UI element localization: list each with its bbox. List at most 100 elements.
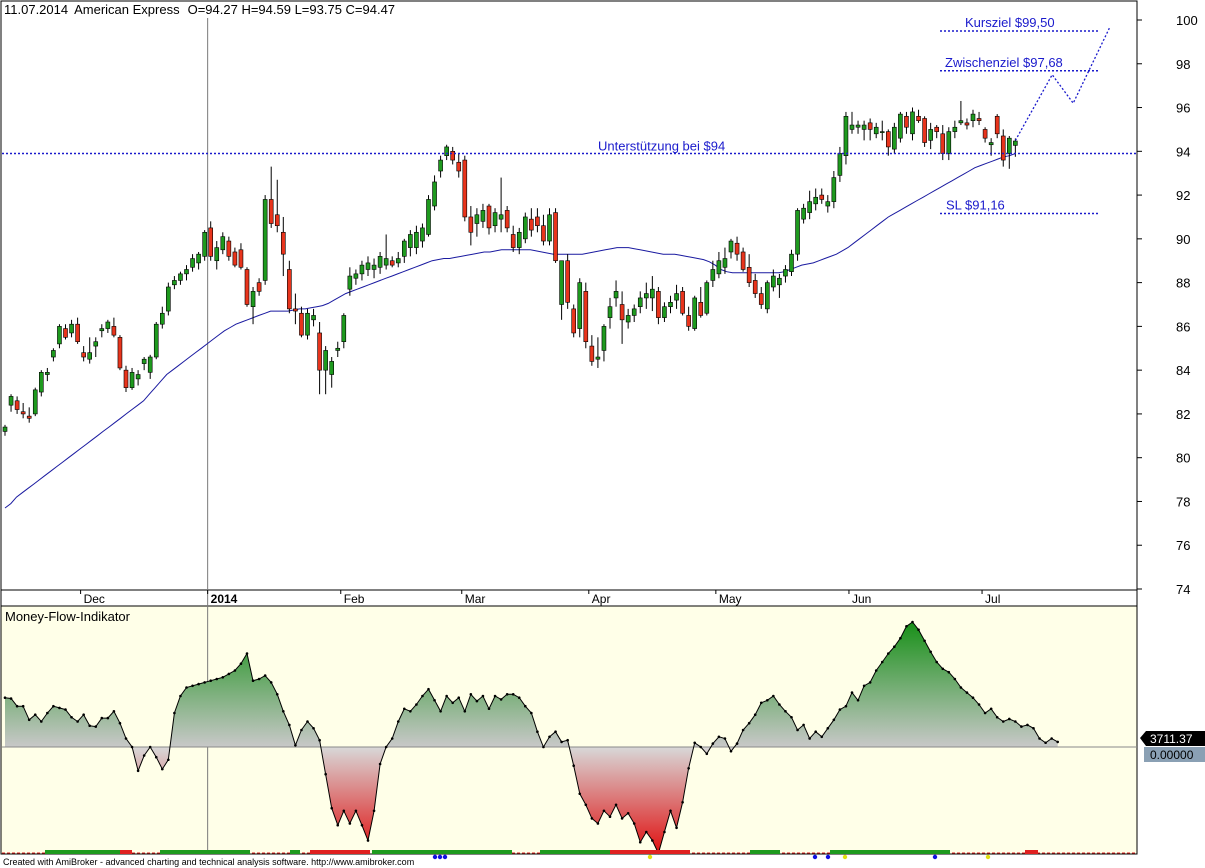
- candle-body: [492, 212, 498, 227]
- candle-body: [45, 372, 50, 375]
- candle-body: [686, 315, 691, 327]
- indicator-point: [844, 704, 848, 708]
- candle-body: [650, 288, 655, 299]
- indicator-point: [457, 696, 461, 699]
- indicator-point: [1044, 741, 1047, 745]
- indicator-point: [342, 809, 346, 813]
- indicator-point: [427, 687, 430, 691]
- ribbon-segment: [205, 850, 250, 854]
- indicator-point: [154, 755, 158, 759]
- candle-body: [238, 249, 244, 268]
- candle-body: [2, 426, 8, 432]
- candle-body: [656, 291, 661, 318]
- indicator-point: [354, 809, 358, 813]
- indicator-point: [1008, 717, 1011, 721]
- indicator-point: [578, 792, 582, 796]
- x-tick-label: Feb: [344, 592, 365, 606]
- candle-body: [625, 315, 631, 323]
- ribbon-segment: [120, 850, 132, 854]
- candle-body: [244, 269, 250, 305]
- indicator-point: [862, 684, 866, 688]
- indicator-point: [257, 677, 261, 681]
- indicator-point: [9, 697, 13, 700]
- indicator-point: [699, 745, 703, 749]
- indicator-point: [221, 676, 225, 679]
- candle-body: [117, 337, 123, 369]
- candle-body: [38, 372, 44, 393]
- indicator-point: [608, 815, 612, 818]
- indicator-point: [766, 698, 769, 702]
- indicator-point: [590, 817, 594, 820]
- indicator-point: [493, 694, 497, 698]
- candle-body: [958, 120, 964, 124]
- candle-body: [305, 312, 310, 336]
- indicator-point: [632, 822, 636, 825]
- indicator-point: [15, 704, 19, 708]
- candle: [764, 280, 770, 314]
- candle-body: [716, 260, 722, 275]
- candle-body: [141, 358, 147, 364]
- candle-body: [274, 214, 280, 227]
- candle-body: [783, 269, 788, 277]
- ribbon-segment: [830, 850, 950, 854]
- candle: [202, 230, 207, 261]
- candle-body: [166, 286, 171, 312]
- candle-body: [510, 234, 516, 248]
- candle-body: [879, 131, 885, 133]
- indicator-point: [300, 728, 303, 732]
- chart-title: 11.07.2014 American Express O=94.27 H=94.5…: [4, 2, 395, 17]
- indicator-point: [197, 682, 200, 686]
- candle: [305, 308, 310, 340]
- candle-body: [643, 293, 649, 299]
- indicator-point: [227, 672, 231, 676]
- indicator-point: [511, 693, 515, 696]
- indicator-point: [167, 758, 170, 762]
- y-tick-label: 78: [1176, 494, 1190, 509]
- ribbon-segment: [45, 850, 120, 854]
- candle-body: [377, 256, 383, 268]
- stop-loss-label: SL $91,16: [946, 197, 1005, 212]
- ribbon-marker: [647, 854, 653, 860]
- indicator-point: [439, 710, 442, 713]
- ribbon-segment: [310, 850, 370, 854]
- indicator-point: [989, 707, 993, 711]
- indicator-point: [759, 701, 763, 705]
- candle-body: [976, 118, 982, 121]
- candle: [565, 254, 570, 309]
- candle-body: [928, 129, 933, 141]
- indicator-point: [808, 737, 811, 740]
- candle-body: [426, 199, 431, 235]
- indicator-point: [499, 698, 503, 701]
- indicator-point: [27, 718, 31, 722]
- candle-body: [408, 234, 413, 248]
- candle-body: [777, 277, 782, 286]
- candle-body: [389, 260, 395, 266]
- candle-body: [335, 347, 341, 351]
- candle-body: [8, 396, 14, 406]
- candle-body: [51, 350, 56, 358]
- ribbon-segment: [1025, 850, 1038, 854]
- candle-body: [256, 282, 262, 292]
- indicator-point: [215, 677, 219, 681]
- ribbon-segment: [160, 850, 205, 854]
- y-tick-label: 98: [1176, 57, 1190, 72]
- candle-body: [952, 126, 958, 132]
- indicator-point: [620, 817, 624, 820]
- indicator-point: [282, 710, 285, 713]
- zero-value-badge: 0.00000: [1144, 747, 1205, 762]
- candle-body: [861, 124, 867, 130]
- candle-body: [746, 266, 752, 283]
- candle-body: [801, 207, 806, 220]
- candle-body: [69, 323, 74, 334]
- indicator-title: Money-Flow-Indikator: [5, 609, 131, 624]
- candle-body: [553, 212, 558, 262]
- indicator-point: [524, 704, 527, 708]
- indicator-point: [1014, 720, 1017, 723]
- indicator-point: [1001, 720, 1005, 723]
- indicator-point: [723, 737, 727, 740]
- candle-body: [474, 214, 480, 224]
- indicator-point: [318, 738, 321, 742]
- indicator-point: [675, 826, 678, 830]
- indicator-point: [1056, 740, 1059, 744]
- indicator-point: [778, 703, 781, 706]
